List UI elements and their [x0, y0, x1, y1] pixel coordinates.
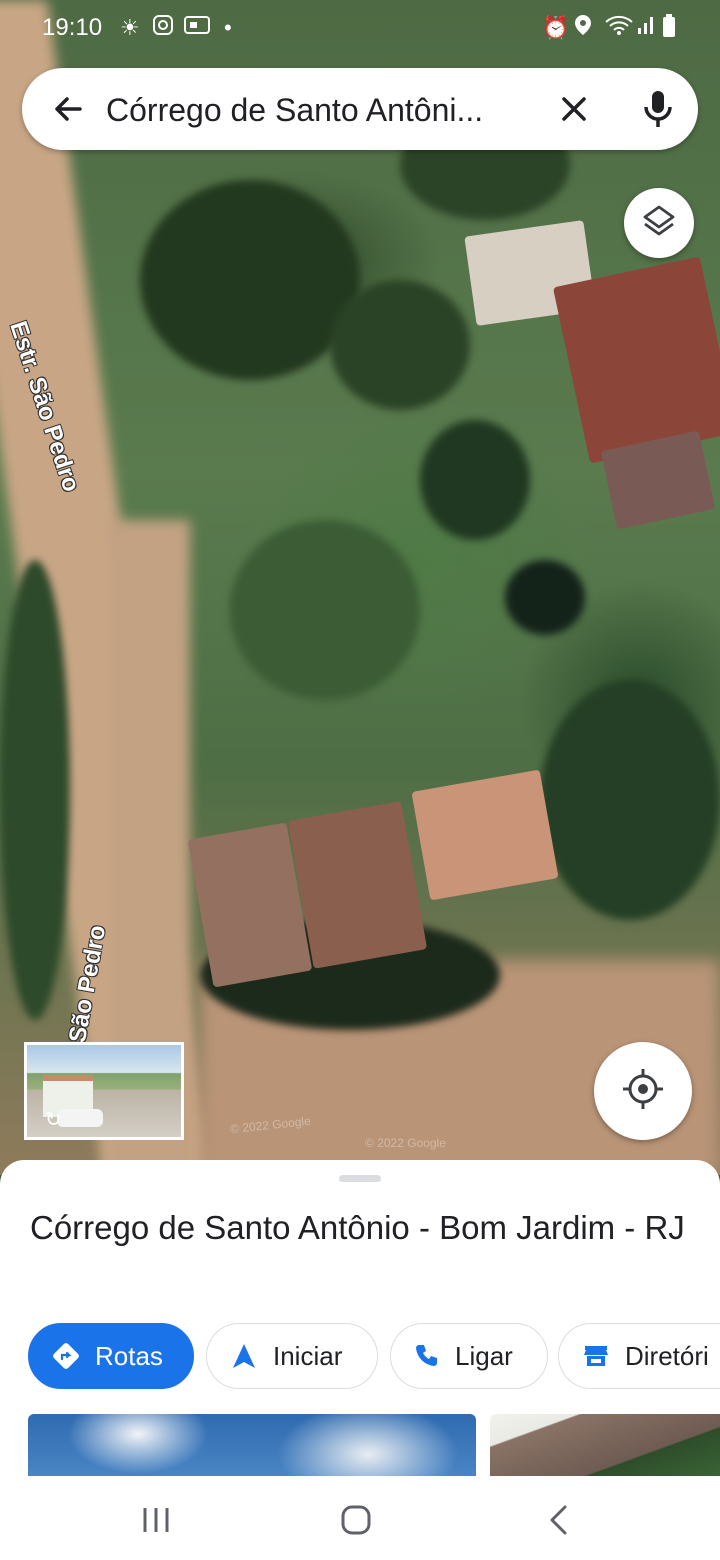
- crosshair-icon: [621, 1067, 665, 1116]
- place-bottom-sheet[interactable]: Córrego de Santo Antônio - Bom Jardim - …: [0, 1160, 720, 1480]
- rotate-360-icon: ↻: [45, 1109, 62, 1131]
- back-arrow-icon[interactable]: [48, 89, 88, 129]
- map-tree: [420, 420, 530, 540]
- directions-label: Rotas: [95, 1340, 163, 1371]
- photo-strip: [28, 1414, 720, 1480]
- store-icon: [581, 1341, 611, 1371]
- place-photo[interactable]: [28, 1414, 476, 1480]
- map-tree: [540, 680, 720, 920]
- recent-apps-button[interactable]: [136, 1500, 176, 1540]
- status-bar: 19:10 ☀ • ⏰: [0, 0, 720, 56]
- signal-icon: [636, 14, 656, 43]
- instagram-icon: [152, 14, 174, 43]
- navigation-icon: [229, 1341, 259, 1371]
- search-input[interactable]: Córrego de Santo Antôni...: [106, 90, 546, 130]
- search-bar[interactable]: Córrego de Santo Antôni...: [22, 68, 698, 150]
- map-watermark: © 2022 Google: [365, 1136, 446, 1150]
- map-tree: [0, 560, 70, 1020]
- phone-icon: [411, 1341, 441, 1371]
- map-tree: [230, 520, 420, 700]
- wifi-icon: [604, 14, 634, 43]
- street-view-thumbnail[interactable]: ↻: [24, 1042, 184, 1140]
- battery-icon: [662, 14, 676, 45]
- map-tree: [505, 560, 585, 635]
- microphone-icon[interactable]: [638, 87, 678, 131]
- weather-icon: ☀: [120, 15, 140, 40]
- notification-dot-icon: •: [224, 15, 232, 40]
- call-label: Ligar: [455, 1340, 513, 1371]
- start-button[interactable]: Iniciar: [206, 1323, 378, 1389]
- close-icon[interactable]: [554, 89, 594, 129]
- directory-label: Diretóri: [625, 1340, 709, 1371]
- status-time: 19:10: [42, 14, 103, 41]
- layers-icon: [641, 203, 677, 244]
- satellite-map[interactable]: © 2022 Google © 2022 Google Estr. São Pe…: [0, 0, 720, 1175]
- action-chips: Rotas Iniciar Ligar Diretóri: [28, 1323, 720, 1393]
- map-tree: [330, 280, 470, 410]
- location-pin-icon: [574, 14, 592, 43]
- place-photo[interactable]: [490, 1414, 720, 1480]
- map-building: [411, 769, 559, 901]
- directory-button[interactable]: Diretóri: [558, 1323, 720, 1389]
- alarm-icon: ⏰: [542, 15, 570, 40]
- drag-handle[interactable]: [339, 1175, 381, 1182]
- call-button[interactable]: Ligar: [390, 1323, 548, 1389]
- map-tree: [140, 180, 360, 380]
- my-location-button[interactable]: [594, 1042, 692, 1140]
- directions-icon: [51, 1341, 81, 1371]
- back-button[interactable]: [540, 1500, 580, 1540]
- directions-button[interactable]: Rotas: [28, 1323, 194, 1389]
- map-building: [287, 801, 428, 969]
- street-view-car: [57, 1109, 103, 1127]
- gallery-icon: [184, 14, 210, 43]
- layers-button[interactable]: [624, 188, 694, 258]
- start-label: Iniciar: [273, 1340, 343, 1371]
- place-title: Córrego de Santo Antônio - Bom Jardim - …: [30, 1209, 685, 1246]
- navigation-bar: [0, 1476, 720, 1560]
- home-button[interactable]: [336, 1500, 376, 1540]
